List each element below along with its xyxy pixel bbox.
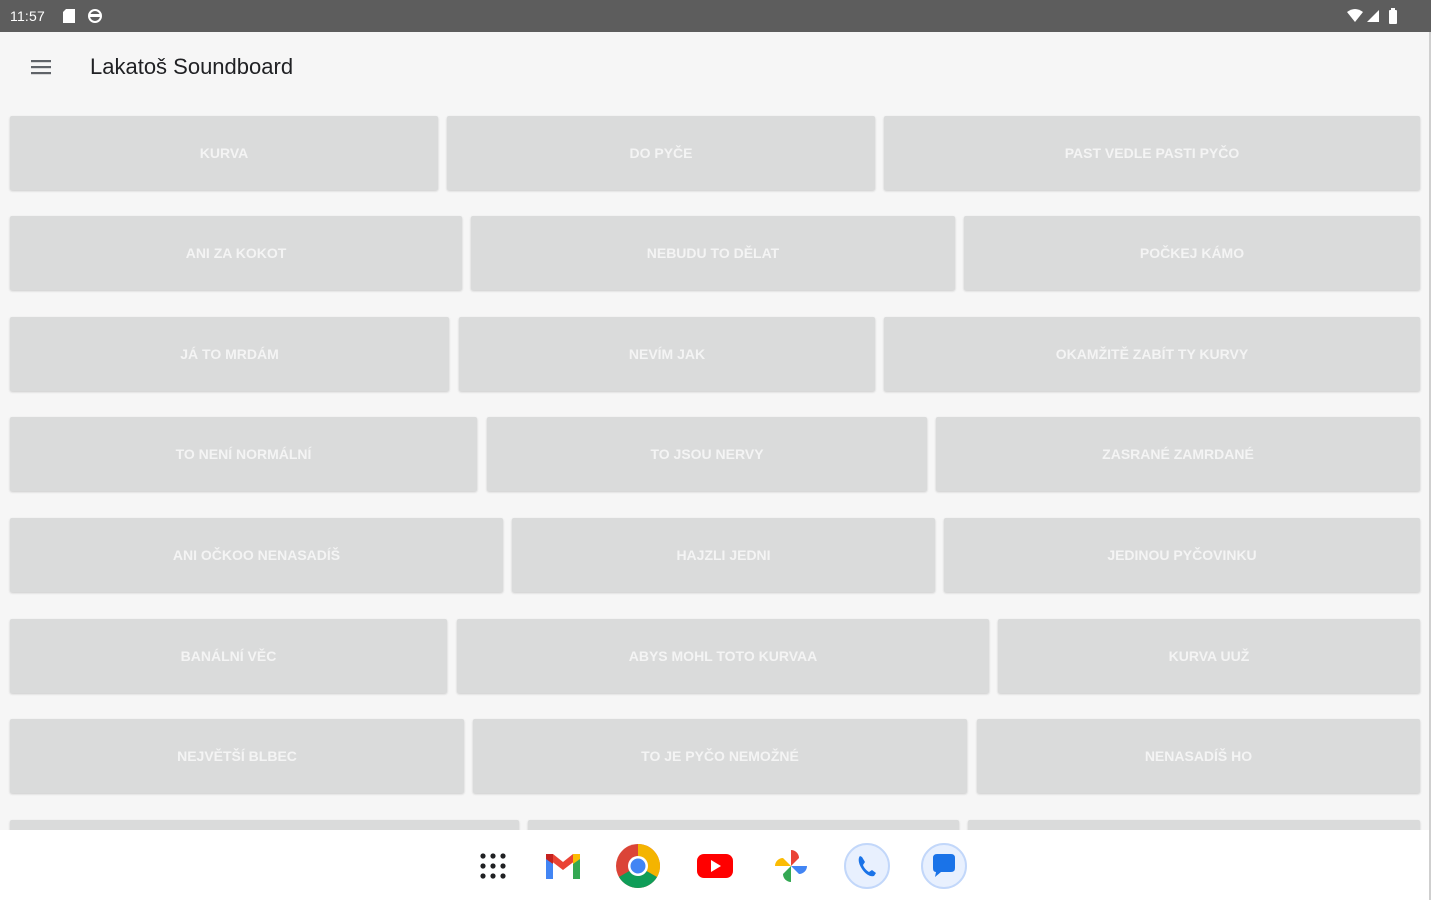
signal-icon (1367, 10, 1379, 22)
sound-button[interactable]: KURVA UUŽ (998, 619, 1420, 693)
sound-button[interactable]: ABYS MOHL TOTO KURVAA (457, 619, 989, 693)
sound-button[interactable]: DO PYČE (447, 116, 875, 190)
sound-button[interactable]: TO JSOU NERVY (487, 417, 927, 491)
battery-icon (1389, 8, 1397, 24)
sound-button[interactable]: ZASRANÉ ZAMRDANÉ (936, 417, 1420, 491)
status-bar: 11:57 (0, 0, 1431, 32)
menu-button[interactable] (28, 54, 54, 80)
sound-button[interactable]: NEBUDU TO DĚLAT (471, 216, 955, 290)
sound-button[interactable]: TO JE PYČO NEMOŽNÉ (473, 719, 967, 793)
sound-button[interactable]: HAJZLI JEDNI (512, 518, 935, 592)
sd-card-icon (63, 9, 75, 23)
sound-button[interactable] (968, 820, 1420, 830)
app-bar: Lakatoš Soundboard (0, 32, 1431, 104)
sound-button[interactable]: ANI ZA KOKOT (10, 216, 462, 290)
page-title: Lakatoš Soundboard (90, 54, 294, 79)
menu-icon (31, 60, 51, 75)
messages-icon (921, 843, 967, 889)
sound-button[interactable]: BANÁLNÍ VĚC (10, 619, 447, 693)
wifi-icon (1347, 9, 1363, 22)
sound-button[interactable]: POČKEJ KÁMO (964, 216, 1420, 290)
sound-button[interactable]: TO NENÍ NORMÁLNÍ (10, 417, 477, 491)
phone-button[interactable] (843, 842, 891, 890)
messages-button[interactable] (920, 842, 968, 890)
apps-grid-icon (480, 853, 506, 879)
photos-button[interactable] (767, 842, 815, 890)
sound-button[interactable]: ANI OČKOO NENASADÍŠ (10, 518, 503, 592)
sound-button[interactable]: JEDINOU PYČOVINKU (944, 518, 1420, 592)
sound-button[interactable]: PAST VEDLE PASTI PYČO (884, 116, 1420, 190)
gmail-icon (546, 854, 580, 879)
youtube-button[interactable] (691, 842, 739, 890)
sound-button[interactable] (528, 820, 959, 830)
sync-icon (88, 9, 102, 23)
app-dock (0, 830, 1431, 900)
status-time: 11:57 (10, 8, 45, 24)
apps-grid-button[interactable] (469, 842, 517, 890)
chrome-icon (616, 844, 660, 888)
photos-icon (775, 850, 807, 882)
sound-button[interactable]: NEVÍM JAK (459, 317, 875, 391)
chrome-button[interactable] (614, 842, 662, 890)
sound-button[interactable]: NEJVĚTŠÍ BLBEC (10, 719, 464, 793)
sound-button[interactable]: JÁ TO MRDÁM (10, 317, 449, 391)
sound-button[interactable]: OKAMŽITĚ ZABÍT TY KURVY (884, 317, 1420, 391)
youtube-icon (697, 854, 733, 878)
sound-button[interactable] (10, 820, 519, 830)
sound-button[interactable]: KURVA (10, 116, 438, 190)
gmail-button[interactable] (539, 842, 587, 890)
phone-icon (844, 843, 890, 889)
sound-button[interactable]: NENASADÍŠ HO (977, 719, 1420, 793)
sound-grid: KURVA DO PYČE PAST VEDLE PASTI PYČO ANI … (0, 104, 1431, 830)
